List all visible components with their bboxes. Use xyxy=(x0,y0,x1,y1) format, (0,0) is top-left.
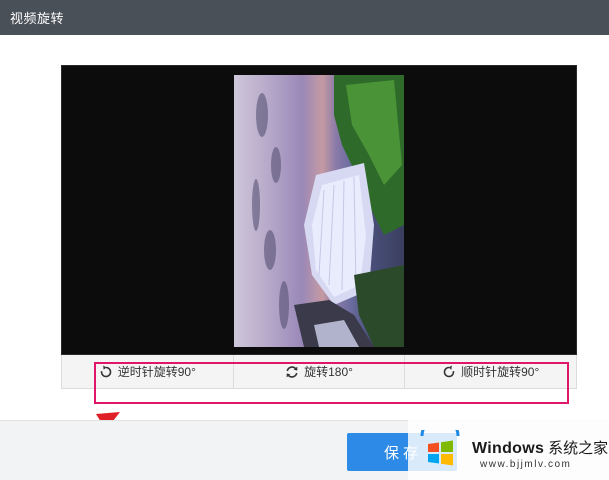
rotate-ccw-90-label: 逆时针旋转90° xyxy=(117,365,196,379)
title-bar: 视频旋转 xyxy=(0,0,609,35)
rotate-ccw-icon xyxy=(100,365,112,377)
watermark-url: www.bjjmlv.com xyxy=(480,459,572,470)
watermark-brand-en: Windows xyxy=(472,440,545,457)
rotate-cw-icon xyxy=(443,365,455,377)
watermark-brand-cn: 系统之家 xyxy=(548,440,609,457)
rotate-ccw-90-button[interactable]: 逆时针旋转90° xyxy=(62,355,234,388)
windows-logo-icon xyxy=(420,430,460,466)
rotate-180-icon xyxy=(286,365,298,378)
video-preview xyxy=(61,65,577,355)
watermark-brand: Windows 系统之家 xyxy=(472,437,608,458)
watermark: Windows 系统之家 www.bjjmlv.com xyxy=(408,418,609,480)
rotate-180-label: 旋转180° xyxy=(304,365,353,379)
rotation-controls: 逆时针旋转90° 旋转180° 顺时针旋转90° xyxy=(61,355,577,389)
rotate-cw-90-label: 顺时针旋转90° xyxy=(461,365,540,379)
window-title: 视频旋转 xyxy=(10,11,65,26)
rotate-180-button[interactable]: 旋转180° xyxy=(234,355,406,388)
video-thumbnail-image xyxy=(252,75,404,347)
video-frame xyxy=(234,75,404,347)
rotate-cw-90-button[interactable]: 顺时针旋转90° xyxy=(405,355,576,388)
